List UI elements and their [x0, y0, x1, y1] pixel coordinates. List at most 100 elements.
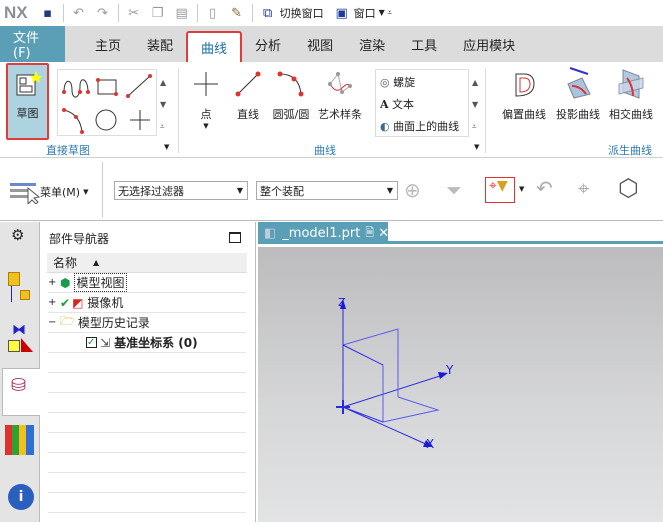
tab-tools[interactable]: 工具 [398, 26, 450, 62]
tab-render[interactable]: 渲染 [346, 26, 398, 62]
empty-row [48, 413, 246, 433]
group-derived-curve-label: 派生曲线 [608, 144, 652, 157]
tab-home[interactable]: 主页 [65, 26, 134, 62]
checkbox-checked[interactable]: ✓ [86, 337, 97, 348]
save-icon[interactable]: ▪ [39, 4, 57, 22]
copy-icon[interactable]: ❐ [149, 4, 167, 22]
part-navigator-tab[interactable]: ⛁ [2, 368, 40, 416]
empty-row [48, 453, 246, 473]
maximize-button[interactable] [229, 232, 241, 243]
studio-spline-button[interactable]: 艺术样条 [315, 70, 365, 122]
chevron-down-icon[interactable]: ▼ ⩡ [379, 8, 392, 18]
text-button[interactable]: A 文本 [380, 94, 464, 116]
circle-icon[interactable] [95, 109, 117, 131]
tree-item-model-views[interactable]: + ⬢ 模型视图 [48, 273, 246, 293]
reuse-library-icon[interactable] [5, 425, 37, 455]
nx-logo: NX [4, 3, 28, 22]
tab-assembly[interactable]: 装配 [134, 26, 186, 62]
find-icon[interactable]: ⌖ [578, 176, 589, 200]
selection-scope-dropdown[interactable]: 整个装配 ▼ [256, 181, 398, 200]
funnel-icon: ▼ [496, 178, 508, 194]
tree-item-cameras[interactable]: + ✔ ◩ 摄像机 [48, 293, 246, 313]
curve-on-surface-label: 曲面上的曲线 [393, 120, 460, 133]
collapse-toggle[interactable]: − [48, 317, 60, 328]
selection-scope-value: 整个装配 [260, 184, 304, 198]
tab-applications[interactable]: 应用模块 [450, 26, 528, 62]
chevron-down-icon[interactable]: ▼ [164, 143, 169, 151]
text-label: 文本 [392, 98, 415, 111]
expand-toggle[interactable]: + [48, 297, 60, 308]
point-icon[interactable] [130, 110, 150, 130]
info-icon[interactable]: i [8, 484, 34, 510]
tree-item-model-history[interactable]: − 🗁 模型历史记录 [48, 313, 246, 333]
arc-circle-button[interactable]: 圆弧/圆 [270, 70, 312, 122]
general-selection-icon[interactable]: ⊕ [404, 178, 421, 202]
curve-on-surface-button[interactable]: ◐ 曲面上的曲线 [380, 116, 464, 138]
undo-selection-icon[interactable]: ↶ [536, 176, 553, 200]
curve-on-surface-icon: ◐ [380, 120, 390, 133]
filter-icon[interactable]: ⏷ [446, 178, 462, 202]
tab-curve[interactable]: 曲线 [186, 31, 243, 62]
chevron-down-icon[interactable]: ▼ [519, 185, 524, 193]
text-icon: A [380, 98, 389, 111]
switch-window-button[interactable]: 切换窗口 [280, 5, 324, 21]
sketch-button[interactable]: 草图 [6, 63, 49, 140]
paste-icon[interactable]: ▤ [173, 4, 191, 22]
part-file-icon: ◧ [264, 225, 277, 241]
selection-filter-dropdown[interactable]: 无选择过滤器 ▼ [114, 181, 248, 200]
window-icon[interactable]: ▣ [333, 4, 351, 22]
tree-item-label: 基准坐标系 (0) [114, 336, 198, 350]
arc-icon[interactable] [62, 108, 84, 134]
camera-icon: ◩ [72, 295, 84, 310]
tab-file[interactable]: 文件(F) [0, 26, 65, 62]
helix-button[interactable]: ◎ 螺旋 [380, 72, 464, 94]
switch-window-icon[interactable]: ⧉ [259, 4, 277, 22]
divider [485, 68, 486, 153]
point-button[interactable]: 点 ▼ [191, 70, 221, 130]
column-header-name[interactable]: 名称 ▲ [47, 253, 247, 273]
expand-toggle[interactable]: + [48, 277, 60, 288]
rectangle-icon[interactable] [96, 78, 118, 96]
redo-icon[interactable]: ↷ [94, 4, 112, 22]
menu-button[interactable]: 菜单(M) ▼ [10, 180, 88, 204]
y-axis-label: Y [446, 363, 454, 377]
line-button[interactable]: 直线 [231, 70, 265, 122]
datum-csys-graphic [336, 299, 448, 447]
line-icon[interactable] [126, 74, 152, 98]
tree-item-datum-csys[interactable]: ✓ ⇲ 基准坐标系 (0) [48, 333, 246, 353]
snap-filter-button[interactable]: ⌖▼ [485, 177, 515, 203]
divider [62, 4, 64, 22]
undo-icon[interactable]: ↶ [70, 4, 88, 22]
chevron-down-icon[interactable]: ▼ [474, 143, 479, 151]
profile-icon[interactable] [62, 79, 90, 98]
tab-view[interactable]: 视图 [294, 26, 346, 62]
assembly-navigator-icon[interactable] [8, 272, 34, 304]
chevron-down-icon: ▼ [83, 188, 89, 196]
model-views-icon: ⬢ [60, 275, 71, 290]
touch-mode-icon[interactable]: ✎ [228, 4, 246, 22]
point-icon [194, 72, 218, 96]
project-curve-button[interactable]: 投影曲线 [553, 66, 603, 122]
tab-analysis[interactable]: 分析 [242, 26, 294, 62]
cut-icon[interactable]: ✂ [125, 4, 143, 22]
constraint-navigator-icon[interactable]: ⧓ [8, 322, 34, 354]
line-icon [235, 71, 261, 97]
intersect-curve-button[interactable]: 相交曲线 [604, 66, 658, 122]
gallery-scroll[interactable]: ▲ ▼ ⩡ [472, 72, 478, 138]
settings-icon[interactable]: ⚙ [11, 226, 24, 244]
chevron-down-icon: ▼ [236, 186, 243, 195]
offset-curve-button[interactable]: 偏置曲线 [497, 70, 551, 122]
gallery-scroll[interactable]: ▲ ▼ ⩡ [160, 72, 166, 138]
line-label: 直线 [237, 108, 259, 121]
chevron-down-icon[interactable]: ▼ [203, 122, 208, 130]
selection-filter-value: 无选择过滤器 [118, 184, 184, 198]
empty-row [48, 433, 246, 453]
studio-spline-icon [328, 72, 352, 94]
box-select-icon[interactable]: ⬡ [618, 174, 639, 202]
document-tab[interactable]: ◧ _model1.prt 🗎 ✕ [258, 222, 389, 244]
new-icon[interactable]: ▯ [204, 4, 222, 22]
window-button[interactable]: 窗口 [354, 5, 376, 21]
close-icon[interactable]: ✕ [378, 226, 389, 241]
3d-viewport[interactable]: Z Y X [258, 247, 663, 522]
chevron-down-icon: ▼ [386, 186, 393, 195]
